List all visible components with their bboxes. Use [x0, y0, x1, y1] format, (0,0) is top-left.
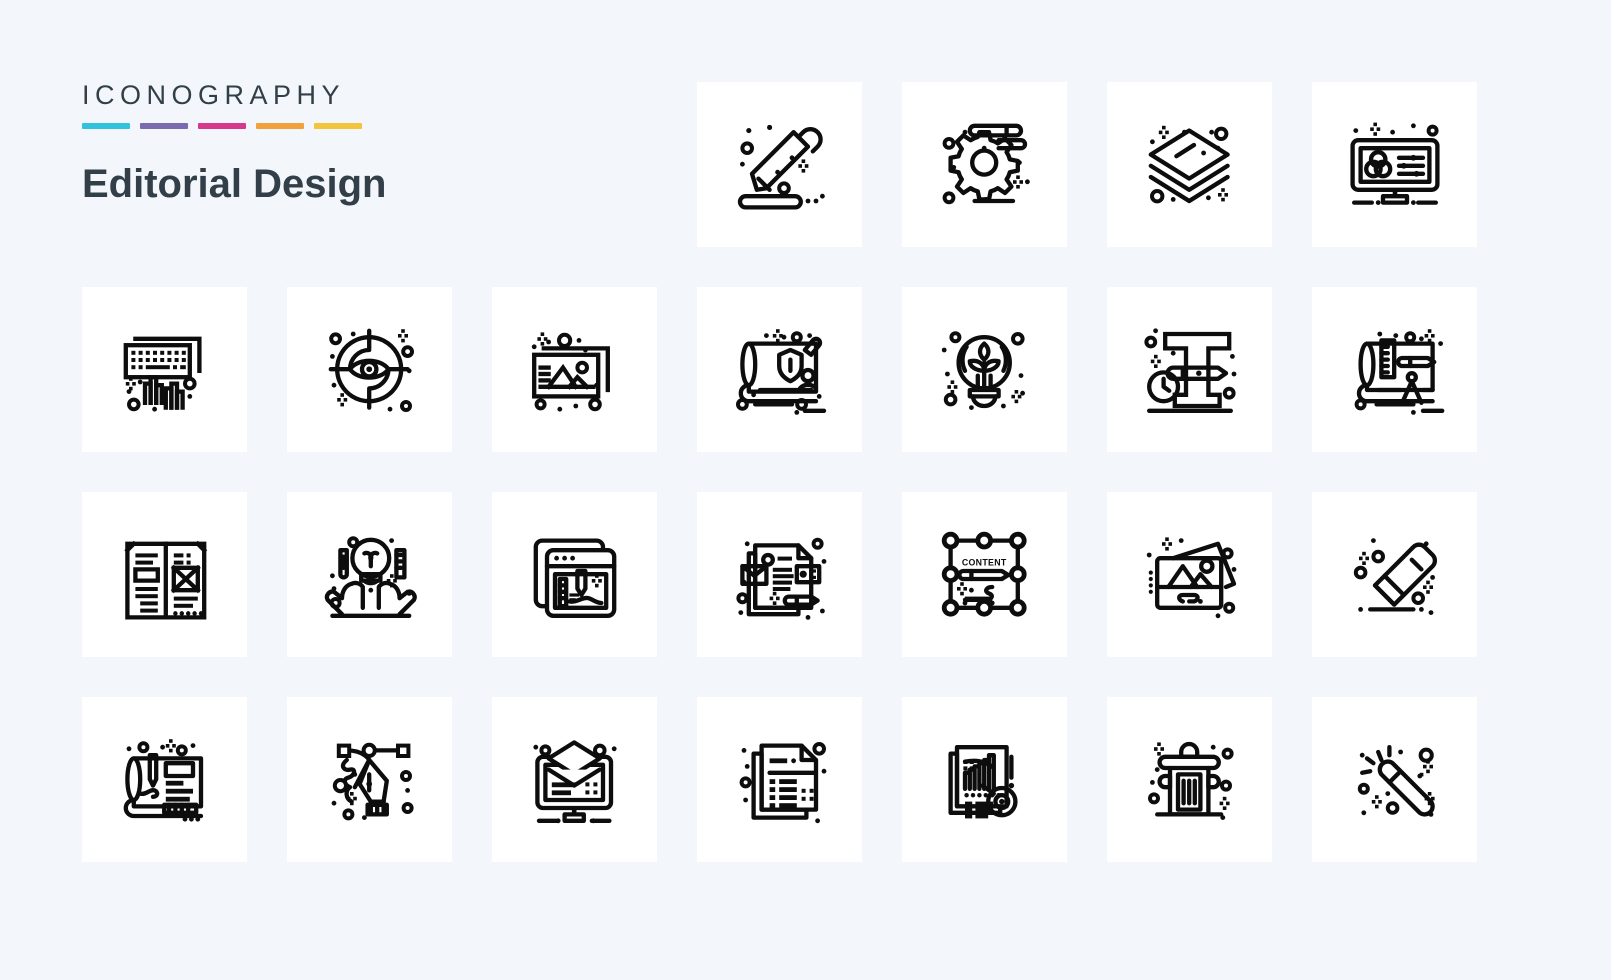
icon-card-trash-bin[interactable] [1107, 697, 1272, 862]
icon-card-sketch-plan-pen[interactable] [82, 697, 247, 862]
monitor-layers-icon [532, 739, 617, 823]
icon-card-layers[interactable] [1107, 82, 1272, 247]
icon-card-content-bounding-box[interactable]: CONTENT [902, 492, 1067, 657]
icon-card-lightbulb-plant-idea[interactable] [902, 287, 1067, 452]
web-design-browser-icon [533, 537, 616, 618]
newspaper-layout-icon [123, 540, 207, 620]
photo-stack-icon [1146, 536, 1236, 618]
pencil-edit-icon [737, 124, 825, 210]
typography-pencil-clock-icon [1143, 327, 1236, 413]
icon-card-photo-stack[interactable] [1107, 492, 1272, 657]
keyboard-chart-icon [123, 336, 202, 412]
icon-card-web-design-browser[interactable] [492, 492, 657, 657]
icon-card-blueprint-shield[interactable] [697, 287, 862, 452]
icon-card-report-chart-target[interactable] [902, 697, 1067, 862]
image-gallery-icon [531, 331, 610, 412]
blueprint-compass-ruler-icon [1354, 328, 1444, 415]
icon-card-pen-tool-bezier[interactable] [287, 697, 452, 862]
icon-card-newspaper-layout[interactable] [82, 492, 247, 657]
lightbulb-plant-idea-icon [941, 330, 1025, 410]
eye-target-focus-icon [328, 328, 414, 412]
icon-card-pencil-edit[interactable] [697, 82, 862, 247]
trash-bin-icon [1147, 741, 1234, 820]
icon-card-color-settings-monitor[interactable] [1312, 82, 1477, 247]
icon-card-monitor-layers[interactable] [492, 697, 657, 862]
icon-card-image-gallery[interactable] [492, 287, 657, 452]
sketch-plan-pen-icon [123, 738, 203, 822]
icon-card-magic-wand[interactable] [1312, 697, 1477, 862]
icon-card-newsletter-document[interactable] [697, 492, 862, 657]
content-badge-text: CONTENT [961, 557, 1006, 567]
report-chart-target-icon [947, 744, 1018, 818]
icon-card-document-list[interactable] [697, 697, 862, 862]
blueprint-shield-icon [735, 328, 826, 415]
eraser-icon [1353, 537, 1437, 615]
content-bounding-box-icon: CONTENT [941, 531, 1027, 617]
newsletter-document-icon [735, 537, 826, 620]
icon-card-hands-lightbulb-idea[interactable] [287, 492, 452, 657]
icon-grid: CONTENT [0, 0, 1611, 980]
icon-card-gear-settings[interactable] [902, 82, 1067, 247]
icon-card-eraser[interactable] [1312, 492, 1477, 657]
hands-lightbulb-idea-icon [324, 535, 417, 618]
magic-wand-icon [1357, 744, 1435, 817]
document-list-icon [739, 741, 826, 823]
icon-card-typography-pencil-clock[interactable] [1107, 287, 1272, 452]
icon-card-keyboard-chart[interactable] [82, 287, 247, 452]
icon-card-eye-target-focus[interactable] [287, 287, 452, 452]
pen-tool-bezier-icon [331, 742, 414, 820]
icon-card-blueprint-compass-ruler[interactable] [1312, 287, 1477, 452]
gear-settings-icon [942, 123, 1030, 204]
layers-icon [1148, 125, 1230, 203]
color-settings-monitor-icon [1349, 122, 1440, 205]
